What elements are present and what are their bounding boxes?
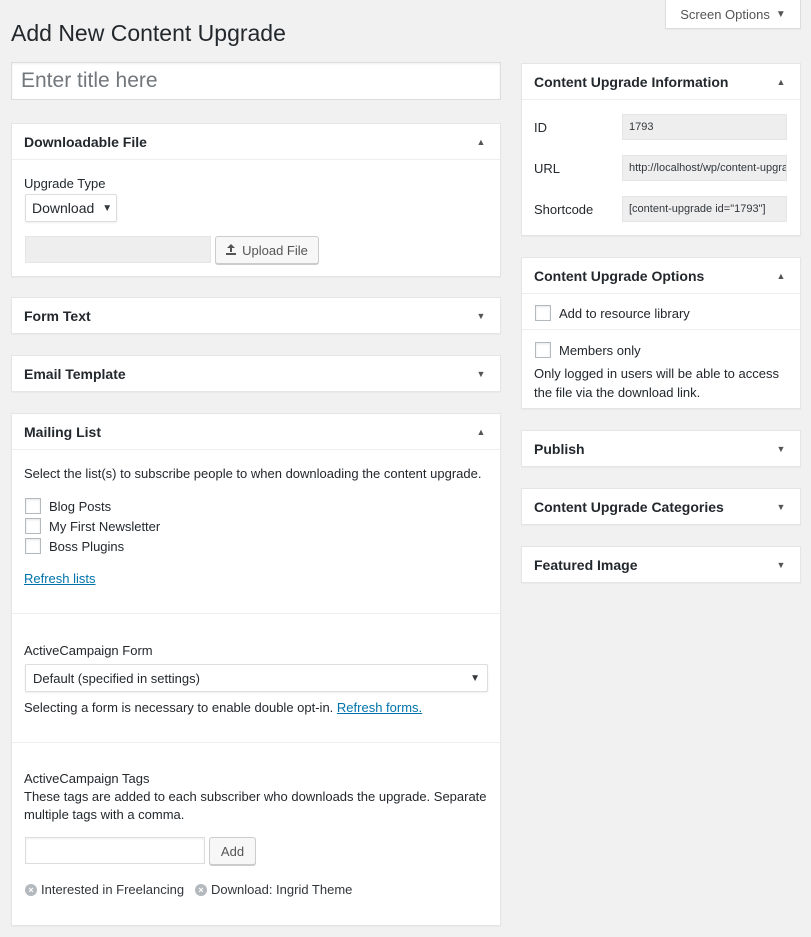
divider [12, 742, 500, 743]
members-only-option[interactable]: Members only [535, 342, 641, 358]
featured-image-header[interactable]: Featured Image ▼ [522, 547, 800, 583]
triangle-up-icon[interactable]: ▲ [474, 137, 488, 147]
triangle-down-icon[interactable]: ▼ [774, 444, 788, 454]
content-upgrade-options-box: Content Upgrade Options ▲ Add to resourc… [521, 257, 801, 409]
ac-form-select[interactable]: Default (specified in settings) ▼ [25, 664, 488, 692]
categories-box: Content Upgrade Categories ▼ [521, 488, 801, 525]
list-item[interactable]: Blog Posts [25, 498, 111, 514]
email-template-header[interactable]: Email Template ▼ [12, 356, 500, 392]
list-checkbox[interactable] [25, 518, 41, 534]
list-label: Boss Plugins [49, 538, 125, 554]
list-label: My First Newsletter [49, 518, 161, 534]
list-item[interactable]: My First Newsletter [25, 518, 160, 534]
resource-library-label: Add to resource library [559, 305, 690, 321]
upload-file-button[interactable]: Upload File [215, 236, 319, 264]
shortcode-label: Shortcode [534, 202, 594, 217]
featured-image-box: Featured Image ▼ [521, 546, 801, 583]
ac-form-label: ActiveCampaign Form [24, 643, 153, 658]
id-label: ID [534, 120, 547, 135]
members-only-label: Members only [559, 342, 641, 358]
chevron-down-icon: ▼ [470, 672, 480, 684]
content-upgrade-info-box: Content Upgrade Information ▲ ID 1793 UR… [521, 63, 801, 236]
divider [522, 329, 800, 330]
form-text-heading: Form Text [24, 308, 91, 324]
title-input[interactable] [11, 62, 501, 100]
upgrade-type-label: Upgrade Type [24, 176, 106, 191]
form-text-box: Form Text ▼ [11, 297, 501, 334]
triangle-down-icon[interactable]: ▼ [474, 311, 488, 321]
url-label: URL [534, 161, 561, 176]
triangle-up-icon[interactable]: ▲ [774, 77, 788, 87]
ac-form-help-text: Selecting a form is necessary to enable … [24, 700, 334, 715]
content-upgrade-options-heading: Content Upgrade Options [534, 267, 705, 284]
triangle-up-icon[interactable]: ▲ [474, 427, 488, 437]
tag-label: Download: Ingrid Theme [211, 882, 353, 897]
divider [12, 613, 500, 614]
shortcode-field[interactable]: [content-upgrade id="1793"] [622, 196, 787, 222]
categories-heading: Content Upgrade Categories [534, 499, 724, 515]
publish-heading: Publish [534, 441, 585, 457]
triangle-down-icon: ▼ [775, 8, 786, 20]
triangle-up-icon[interactable]: ▲ [774, 271, 788, 281]
tag-item: × Interested in Freelancing [25, 882, 184, 897]
tag-label: Interested in Freelancing [41, 882, 185, 897]
list-item[interactable]: Boss Plugins [25, 538, 124, 554]
url-field[interactable]: http://localhost/wp/content-upgrade/ [622, 155, 787, 181]
email-template-heading: Email Template [24, 366, 126, 382]
id-field[interactable]: 1793 [622, 114, 787, 140]
upload-file-label: Upload File [242, 242, 308, 258]
publish-header[interactable]: Publish ▼ [522, 431, 800, 467]
screen-options-label: Screen Options [680, 6, 770, 22]
content-upgrade-options-header[interactable]: Content Upgrade Options ▲ [522, 258, 800, 294]
ac-tags-label: ActiveCampaign Tags [24, 771, 150, 786]
form-text-header[interactable]: Form Text ▼ [12, 298, 500, 334]
tag-item: × Download: Ingrid Theme [195, 882, 352, 897]
triangle-down-icon[interactable]: ▼ [774, 502, 788, 512]
page-title: Add New Content Upgrade [11, 20, 286, 46]
mailing-list-header[interactable]: Mailing List ▲ [12, 414, 500, 450]
ac-form-help: Selecting a form is necessary to enable … [24, 700, 422, 715]
resource-library-checkbox[interactable] [535, 305, 551, 321]
downloadable-file-heading: Downloadable File [24, 133, 147, 150]
mailing-list-instructions: Select the list(s) to subscribe people t… [24, 466, 482, 481]
remove-circle-icon[interactable]: × [25, 883, 37, 896]
refresh-lists-link[interactable]: Refresh lists [24, 571, 96, 586]
list-checkbox[interactable] [25, 498, 41, 514]
downloadable-file-box: Downloadable File ▲ Upgrade Type Downloa… [11, 123, 501, 277]
resource-library-option[interactable]: Add to resource library [535, 305, 690, 321]
triangle-down-icon[interactable]: ▼ [774, 560, 788, 570]
ac-form-value: Default (specified in settings) [33, 670, 200, 686]
ac-tags-help-line-2: multiple tags with a comma. [24, 807, 185, 822]
tag-input[interactable] [25, 837, 205, 864]
upgrade-type-value: Download [32, 200, 95, 216]
screen-options-button[interactable]: Screen Options ▼ [665, 0, 801, 29]
downloadable-file-header[interactable]: Downloadable File ▲ [12, 124, 500, 160]
file-url-field[interactable] [25, 236, 211, 263]
categories-header[interactable]: Content Upgrade Categories ▼ [522, 489, 800, 525]
upgrade-type-select[interactable]: Download ▼ [25, 194, 117, 222]
list-checkbox[interactable] [25, 538, 41, 554]
remove-circle-icon[interactable]: × [195, 883, 207, 896]
list-label: Blog Posts [49, 498, 112, 514]
members-help-line-1: Only logged in users will be able to acc… [534, 366, 779, 381]
upload-icon [226, 243, 237, 258]
content-upgrade-info-header[interactable]: Content Upgrade Information ▲ [522, 64, 800, 100]
publish-box: Publish ▼ [521, 430, 801, 467]
triangle-down-icon[interactable]: ▼ [474, 369, 488, 379]
refresh-forms-link[interactable]: Refresh forms. [337, 700, 422, 715]
content-upgrade-info-heading: Content Upgrade Information [534, 73, 729, 90]
add-tag-button[interactable]: Add [209, 837, 256, 865]
email-template-box: Email Template ▼ [11, 355, 501, 392]
mailing-list-box: Mailing List ▲ Select the list(s) to sub… [11, 413, 501, 926]
members-only-checkbox[interactable] [535, 342, 551, 358]
featured-image-heading: Featured Image [534, 557, 638, 573]
mailing-list-heading: Mailing List [24, 423, 101, 440]
ac-tags-help-line-1: These tags are added to each subscriber … [24, 789, 487, 804]
chevron-down-icon: ▼ [102, 202, 113, 214]
members-help-line-2: the file via the download link. [534, 385, 701, 400]
